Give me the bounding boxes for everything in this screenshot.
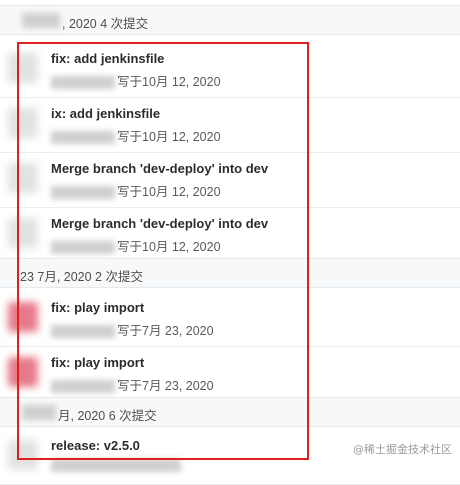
commit-meta (51, 458, 183, 473)
blurred-author (51, 325, 115, 339)
group-header-label: , 2020 4 次提交 (62, 17, 149, 31)
commit-date: 写于7月 23, 2020 (117, 379, 214, 393)
commit-meta: 写于7月 23, 2020 (51, 375, 214, 394)
commit-date: 写于10月 12, 2020 (117, 75, 221, 89)
commit-row[interactable]: Merge branch 'dev-deploy' into dev 写于10月… (0, 208, 460, 263)
commit-title[interactable]: fix: add jenkinsfile (51, 51, 164, 66)
author-avatar (8, 53, 38, 83)
commit-list: , 2020 4 次提交 fix: add jenkinsfile 写于10月 … (0, 0, 460, 485)
blurred-author (51, 380, 115, 394)
commit-title[interactable]: Merge branch 'dev-deploy' into dev (51, 161, 268, 176)
commit-date: 写于10月 12, 2020 (117, 130, 221, 144)
commit-meta: 写于10月 12, 2020 (51, 181, 221, 200)
group-header-label: 23 7月, 2020 2 次提交 (20, 270, 143, 284)
author-avatar (8, 108, 38, 138)
author-avatar (8, 357, 38, 387)
group-header-label: 月, 2020 6 次提交 (58, 409, 157, 423)
author-avatar (8, 440, 38, 470)
commit-row[interactable]: ix: add jenkinsfile 写于10月 12, 2020 (0, 98, 460, 153)
blurred-date (22, 13, 60, 28)
commit-row[interactable]: fix: add jenkinsfile 写于10月 12, 2020 (0, 43, 460, 98)
commit-title[interactable]: fix: play import (51, 355, 144, 370)
commit-title[interactable]: fix: play import (51, 300, 144, 315)
author-avatar (8, 302, 38, 332)
commit-row[interactable]: fix: play import 写于7月 23, 2020 (0, 292, 460, 347)
commit-date: 写于10月 12, 2020 (117, 240, 221, 254)
commit-group-header: , 2020 4 次提交 (0, 5, 460, 35)
commit-row[interactable]: Merge branch 'dev-deploy' into dev 写于10月… (0, 153, 460, 208)
commit-group-header: 23 7月, 2020 2 次提交 (0, 258, 460, 288)
commit-title[interactable]: release: v2.5.0 (51, 438, 140, 453)
commit-meta: 写于10月 12, 2020 (51, 126, 221, 145)
blurred-author (51, 131, 115, 145)
blurred-author (51, 76, 115, 90)
commit-meta: 写于7月 23, 2020 (51, 320, 214, 339)
commit-group-header: 月, 2020 6 次提交 (0, 397, 460, 427)
commit-meta: 写于10月 12, 2020 (51, 236, 221, 255)
commit-date: 写于7月 23, 2020 (117, 324, 214, 338)
author-avatar (8, 218, 38, 248)
blurred-author (51, 241, 115, 255)
commit-row[interactable]: release: v2.5.0 (0, 430, 460, 485)
watermark: @稀土掘金技术社区 (353, 443, 452, 456)
commit-date: 写于10月 12, 2020 (117, 185, 221, 199)
author-avatar (8, 163, 38, 193)
commit-title[interactable]: ix: add jenkinsfile (51, 106, 160, 121)
commit-row[interactable]: fix: play import 写于7月 23, 2020 (0, 347, 460, 402)
blurred-author (51, 459, 181, 473)
blurred-author (51, 186, 115, 200)
commit-title[interactable]: Merge branch 'dev-deploy' into dev (51, 216, 268, 231)
blurred-date (22, 405, 56, 420)
commit-meta: 写于10月 12, 2020 (51, 71, 221, 90)
